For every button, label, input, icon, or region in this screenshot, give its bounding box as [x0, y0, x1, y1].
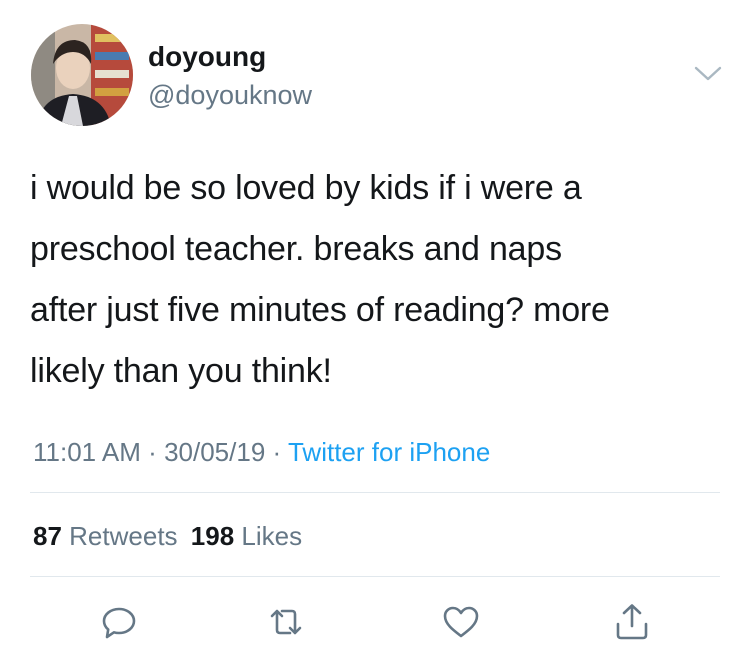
- display-name[interactable]: doyoung: [148, 40, 266, 74]
- user-handle[interactable]: @doyouknow: [148, 78, 312, 112]
- tweet-text-line: after just five minutes of reading? more: [30, 291, 610, 329]
- likes-label: Likes: [241, 521, 303, 551]
- divider: [30, 492, 720, 493]
- chevron-down-icon[interactable]: [693, 64, 723, 84]
- meta-separator: ·: [148, 437, 157, 467]
- tweet-time: 11:01 AM: [33, 437, 141, 467]
- reply-icon: [102, 607, 136, 639]
- share-icon: [616, 604, 648, 640]
- divider: [30, 576, 720, 577]
- tweet-text-line: likely than you think!: [30, 352, 332, 390]
- retweets-stat[interactable]: 87 Retweets: [33, 521, 185, 551]
- retweets-label: Retweets: [69, 521, 178, 551]
- retweet-icon: [270, 609, 302, 635]
- avatar[interactable]: [31, 24, 133, 126]
- tweet-text-line: preschool teacher. breaks and naps: [30, 230, 562, 268]
- likes-count: 198: [190, 521, 235, 551]
- heart-icon: [443, 606, 479, 638]
- engagement-stats: 87 Retweets 198 Likes: [33, 516, 302, 556]
- tweet-text-line: i would be so loved by kids if i were a: [30, 169, 582, 207]
- meta-separator: ·: [272, 437, 282, 467]
- reply-button[interactable]: [99, 602, 139, 642]
- share-button[interactable]: [612, 602, 652, 642]
- likes-stat[interactable]: 198 Likes: [191, 521, 302, 551]
- like-button[interactable]: [441, 602, 481, 642]
- tweet-meta: 11:01 AM · 30/05/19 · Twitter for iPhone: [33, 432, 490, 472]
- tweet-date: 30/05/19: [164, 437, 266, 467]
- retweet-button[interactable]: [266, 602, 306, 642]
- retweets-count: 87: [33, 521, 62, 551]
- tweet-text: i would be so loved by kids if i were a …: [30, 158, 730, 402]
- tweet-source-link[interactable]: Twitter for iPhone: [288, 437, 490, 467]
